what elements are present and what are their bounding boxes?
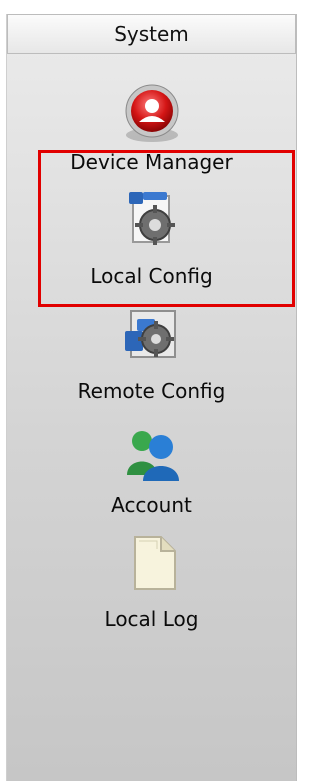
nav-item-remote-config[interactable]: Remote Config [7, 295, 296, 409]
device-manager-icon [125, 84, 178, 142]
local-log-icon [133, 536, 176, 590]
nav-label-local-config: Local Config [90, 264, 213, 288]
panel-header: System [7, 14, 296, 54]
local-config-icon [128, 192, 175, 245]
system-panel: System Device Manager Local Config Remot… [6, 14, 297, 781]
nav-label-local-log: Local Log [104, 607, 199, 631]
panel-title: System [114, 22, 189, 46]
nav-item-local-log[interactable]: Local Log [7, 523, 296, 643]
account-icon [126, 431, 179, 481]
nav-item-local-config[interactable]: Local Config [7, 178, 296, 295]
remote-config-icon [124, 310, 176, 358]
nav-label-device-manager: Device Manager [70, 150, 233, 174]
nav-item-account[interactable]: Account [7, 409, 296, 523]
nav-label-account: Account [111, 493, 192, 517]
nav-item-device-manager[interactable]: Device Manager [7, 66, 296, 178]
nav-label-remote-config: Remote Config [77, 379, 226, 403]
